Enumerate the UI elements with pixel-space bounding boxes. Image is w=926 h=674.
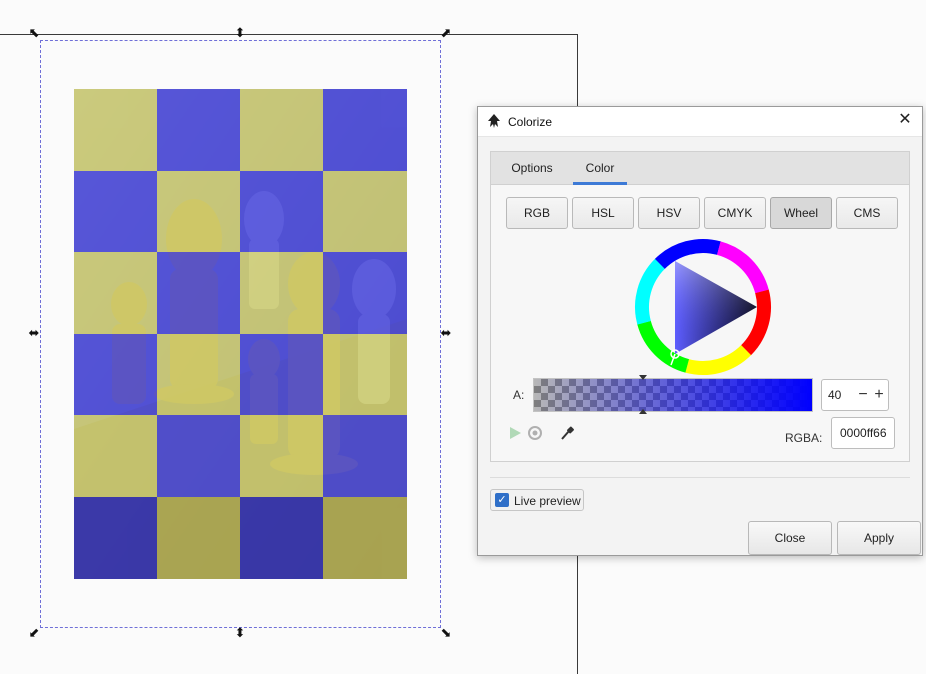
color-panel: RGB HSL HSV CMYK Wheel CMS A: 40 − + RGB… bbox=[490, 185, 910, 462]
color-wheel[interactable] bbox=[633, 237, 773, 377]
mode-rgb-button[interactable]: RGB bbox=[506, 197, 568, 229]
tab-color[interactable]: Color bbox=[573, 152, 627, 185]
alpha-value[interactable]: 40 bbox=[828, 388, 841, 402]
colorize-dialog: Colorize ✕ Options Color RGB HSL HSV CMY… bbox=[477, 106, 923, 556]
resize-handle-right[interactable]: ⬌ bbox=[439, 327, 453, 341]
resize-handle-bottom-right[interactable]: ⬊ bbox=[439, 627, 453, 641]
separator bbox=[490, 477, 910, 478]
resize-handle-top-left[interactable]: ⬉ bbox=[27, 27, 41, 41]
resize-handle-bottom-left[interactable]: ⬋ bbox=[27, 627, 41, 641]
eyedropper-icon[interactable] bbox=[559, 425, 575, 441]
rgba-label: RGBA: bbox=[785, 431, 823, 445]
tab-options[interactable]: Options bbox=[499, 152, 565, 185]
live-preview-label: Live preview bbox=[514, 494, 581, 508]
resize-handle-top-right[interactable]: ⬈ bbox=[439, 27, 453, 41]
dialog-titlebar[interactable]: Colorize ✕ bbox=[478, 107, 922, 137]
resize-handle-bottom[interactable]: ⬍ bbox=[233, 627, 247, 641]
live-preview-toggle[interactable]: ✓ Live preview bbox=[490, 489, 584, 511]
alpha-increase-button[interactable]: + bbox=[872, 384, 886, 406]
alpha-marker-top bbox=[639, 375, 647, 380]
gamut-warning-icon bbox=[510, 427, 521, 439]
alpha-slider[interactable] bbox=[533, 378, 813, 412]
tab-bar: Options Color bbox=[490, 151, 910, 185]
resize-handle-top[interactable]: ⬍ bbox=[233, 27, 247, 41]
live-preview-checkbox[interactable]: ✓ bbox=[495, 493, 509, 507]
alpha-marker-bottom bbox=[639, 409, 647, 414]
selection-bounding-box bbox=[40, 40, 441, 628]
apply-button[interactable]: Apply bbox=[837, 521, 921, 555]
dialog-title: Colorize bbox=[508, 115, 553, 129]
close-button[interactable]: Close bbox=[748, 521, 832, 555]
rgba-input[interactable]: 0000ff66 bbox=[831, 417, 895, 449]
mode-cms-button[interactable]: CMS bbox=[836, 197, 898, 229]
alpha-label: A: bbox=[513, 388, 525, 402]
color-managed-icon bbox=[528, 426, 542, 440]
resize-handle-left[interactable]: ⬌ bbox=[27, 327, 41, 341]
mode-hsl-button[interactable]: HSL bbox=[572, 197, 634, 229]
inkscape-icon bbox=[488, 114, 500, 128]
alpha-decrease-button[interactable]: − bbox=[856, 384, 870, 406]
mode-cmyk-button[interactable]: CMYK bbox=[704, 197, 766, 229]
alpha-spinbox[interactable]: 40 − + bbox=[821, 379, 889, 411]
mode-hsv-button[interactable]: HSV bbox=[638, 197, 700, 229]
close-icon[interactable]: ✕ bbox=[896, 111, 914, 129]
mode-wheel-button[interactable]: Wheel bbox=[770, 197, 832, 229]
